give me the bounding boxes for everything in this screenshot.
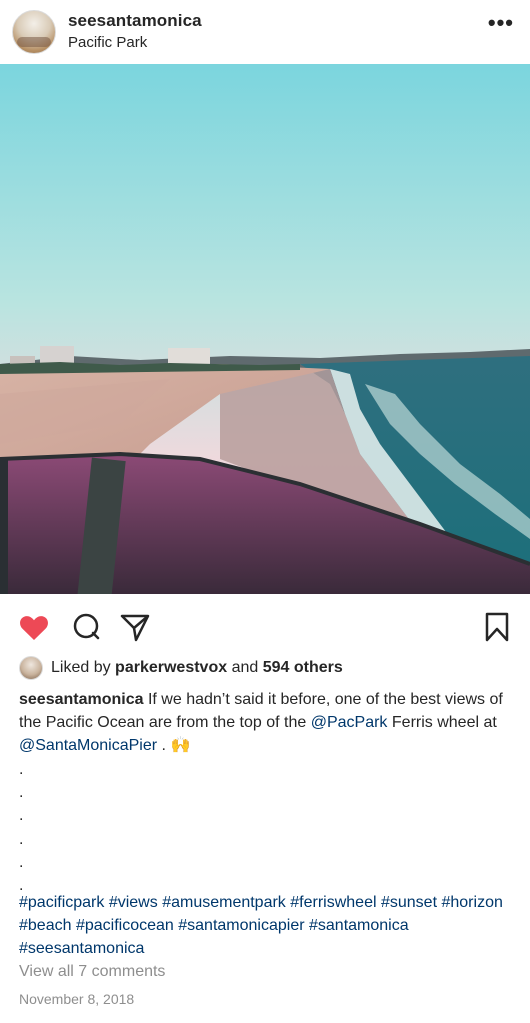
- likes-prefix: Liked by: [51, 659, 111, 676]
- pier-view-image: [0, 64, 530, 594]
- more-options-icon[interactable]: •••: [488, 12, 514, 34]
- caption-dot: .: [19, 830, 24, 848]
- caption-text-2: Ferris wheel at: [391, 714, 497, 731]
- hashtag[interactable]: #ferriswheel: [290, 894, 376, 911]
- post-photo[interactable]: [0, 64, 530, 594]
- hashtag[interactable]: #pacificpark: [19, 894, 104, 911]
- hashtag[interactable]: #seesantamonica: [19, 940, 144, 957]
- post-header: seesantamonica Pacific Park •••: [0, 0, 530, 64]
- caption-text-3: .: [161, 737, 166, 754]
- action-bar: [0, 604, 530, 648]
- heart-icon[interactable]: [17, 610, 51, 644]
- location-link[interactable]: Pacific Park: [68, 34, 147, 51]
- likes-line: Liked by parkerwestvox and 594 others: [19, 656, 343, 680]
- mention-santamonicapier[interactable]: @SantaMonicaPier: [19, 737, 157, 754]
- liker-avatar[interactable]: [19, 656, 43, 680]
- hashtag[interactable]: #sunset: [381, 894, 437, 911]
- share-icon[interactable]: [118, 610, 152, 644]
- hashtag[interactable]: #santamonica: [309, 917, 409, 934]
- hashtags: #pacificpark #views #amusementpark #ferr…: [19, 891, 519, 960]
- raised-hands-emoji: 🙌: [170, 737, 191, 754]
- caption-author[interactable]: seesantamonica: [19, 691, 144, 708]
- caption-dot: .: [19, 807, 24, 825]
- view-all-comments-link[interactable]: View all 7 comments: [19, 963, 165, 981]
- liker-username[interactable]: parkerwestvox: [115, 659, 227, 676]
- username-link[interactable]: seesantamonica: [68, 11, 202, 31]
- profile-avatar[interactable]: [12, 10, 56, 54]
- likes-count-link[interactable]: 594 others: [263, 659, 343, 676]
- comment-icon[interactable]: [70, 610, 104, 644]
- hashtag[interactable]: #santamonicapier: [178, 917, 304, 934]
- bookmark-icon[interactable]: [480, 610, 514, 644]
- caption-dots: . . . . . .: [19, 758, 23, 897]
- mention-pacpark[interactable]: @PacPark: [311, 714, 388, 731]
- likes-and: and: [231, 659, 259, 676]
- hashtag[interactable]: #amusementpark: [162, 894, 286, 911]
- hashtag[interactable]: #views: [109, 894, 158, 911]
- hashtag[interactable]: #beach: [19, 917, 72, 934]
- caption-dot: .: [19, 761, 24, 778]
- post-date: November 8, 2018: [19, 991, 135, 1007]
- hashtag[interactable]: #pacificocean: [76, 917, 174, 934]
- caption-dot: .: [19, 784, 24, 802]
- caption-dot: .: [19, 853, 24, 871]
- hashtag[interactable]: #horizon: [441, 894, 502, 911]
- post-caption: seesantamonica If we hadn’t said it befo…: [19, 688, 515, 757]
